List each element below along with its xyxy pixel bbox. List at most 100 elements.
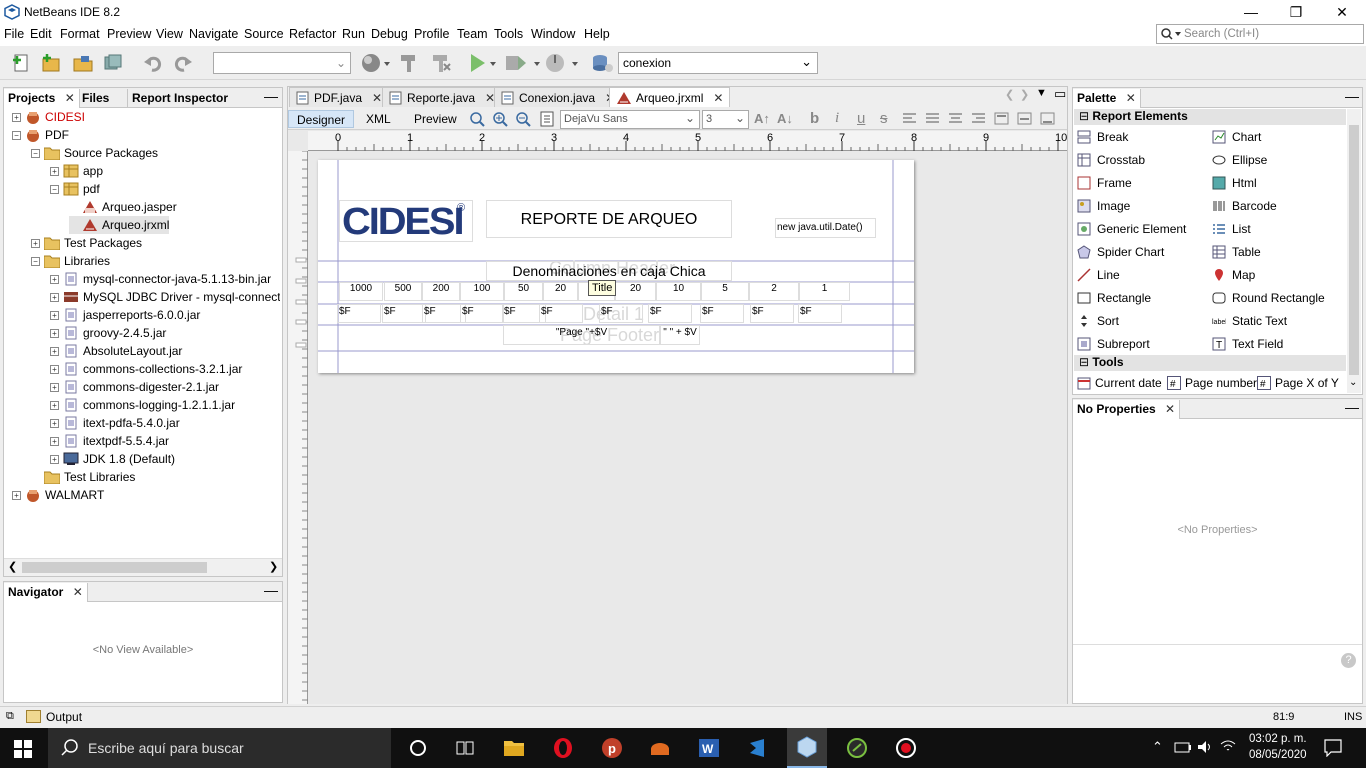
denomination-header-field[interactable]: 5	[701, 282, 749, 301]
tree-node[interactable]: + WALMART	[12, 486, 104, 504]
close-icon[interactable]: ✕	[73, 585, 83, 599]
tree-node[interactable]: + app	[50, 162, 103, 180]
underline-icon[interactable]: u	[857, 110, 865, 127]
powerpoint-icon[interactable]: p	[592, 728, 632, 768]
record-icon[interactable]	[886, 728, 926, 768]
tree-node[interactable]: + commons-digester-2.1.jar	[50, 378, 219, 396]
network-icon[interactable]	[1220, 740, 1236, 754]
palette-tool[interactable]: Current date	[1077, 371, 1162, 394]
expand-icon[interactable]: +	[50, 346, 59, 356]
denomination-header-field[interactable]: 50	[504, 282, 543, 301]
zoom-out-icon[interactable]	[514, 110, 532, 128]
denomination-header-field[interactable]: 1	[799, 282, 850, 301]
notifications-icon[interactable]	[1324, 739, 1342, 757]
expand-icon[interactable]: +	[50, 436, 59, 446]
horizontal-scrollbar[interactable]: ❮ ❯	[4, 558, 282, 576]
tree-node[interactable]: − PDF	[12, 126, 69, 144]
denomination-header-field[interactable]: 200	[422, 282, 460, 301]
close-icon[interactable]: ✕	[1165, 402, 1175, 416]
app-icon[interactable]	[837, 728, 877, 768]
menu-help[interactable]: Help	[584, 27, 610, 41]
taskbar-search-box[interactable]: Escribe aquí para buscar	[48, 728, 391, 768]
align-left-icon[interactable]	[902, 112, 918, 126]
editor-tab[interactable]: Reporte.java ✕	[382, 87, 503, 107]
expand-icon[interactable]: +	[50, 418, 59, 428]
undo-icon[interactable]	[142, 52, 164, 74]
menu-window[interactable]: Window	[531, 27, 575, 41]
tab-preview[interactable]: Preview	[406, 110, 465, 128]
palette-item[interactable]: Round Rectangle	[1212, 286, 1325, 309]
palette-item[interactable]: Image	[1077, 194, 1130, 217]
zoom-in-icon[interactable]	[491, 110, 509, 128]
tree-node[interactable]: + jasperreports-6.0.0.jar	[50, 306, 200, 324]
profile-icon[interactable]	[544, 52, 578, 74]
tab-navigator[interactable]: Navigator ✕	[4, 583, 88, 602]
align-top-icon[interactable]	[994, 112, 1010, 126]
detail-field[interactable]: $F	[460, 304, 504, 323]
run-icon[interactable]	[468, 52, 496, 74]
tree-node[interactable]: + groovy-2.4.5.jar	[50, 324, 166, 342]
editor-tab[interactable]: Arqueo.jrxml ✕	[609, 87, 731, 107]
scroll-right-icon[interactable]: ❯	[269, 560, 278, 573]
debug-icon[interactable]	[504, 52, 540, 74]
tab-properties[interactable]: No Properties ✕	[1073, 400, 1181, 419]
palette-item[interactable]: Chart	[1212, 125, 1261, 148]
collapse-icon[interactable]: −	[31, 148, 40, 158]
task-view-icon[interactable]	[445, 728, 485, 768]
report-page[interactable]: CIDESI ® REPORTE DE ARQUEO new java.util…	[318, 160, 914, 373]
date-field[interactable]: new java.util.Date()	[775, 218, 876, 238]
palette-item[interactable]: Subreport	[1077, 332, 1150, 355]
expand-icon[interactable]: +	[50, 400, 59, 410]
maximize-editor-icon[interactable]: ▭	[1054, 86, 1066, 102]
volume-icon[interactable]	[1197, 740, 1215, 754]
clock-date[interactable]: 08/05/2020	[1249, 749, 1307, 761]
align-center-icon[interactable]	[948, 112, 964, 126]
denomination-header-field[interactable]: 20	[615, 282, 656, 301]
editor-tab[interactable]: PDF.java ✕	[289, 87, 390, 107]
tree-node[interactable]: + mysql-connector-java-5.1.13-bin.jar	[50, 270, 271, 288]
tab-scroll-right-icon[interactable]: ❯	[1020, 88, 1029, 101]
palette-item[interactable]: Rectangle	[1077, 286, 1151, 309]
tab-report-inspector[interactable]: Report Inspector	[127, 89, 232, 108]
page-number-field[interactable]: "Page "+$V	[503, 325, 660, 345]
cortana-icon[interactable]	[398, 728, 438, 768]
detail-field[interactable]: $F	[798, 304, 842, 323]
strikethrough-icon[interactable]: s	[880, 110, 888, 127]
tree-node[interactable]: + CIDESI	[12, 108, 85, 126]
report-settings-icon[interactable]	[539, 110, 557, 128]
scrollbar-thumb[interactable]	[1349, 125, 1359, 375]
align-bottom-icon[interactable]	[1040, 112, 1056, 126]
detail-field[interactable]: $F	[750, 304, 794, 323]
redo-icon[interactable]	[172, 52, 194, 74]
bold-icon[interactable]: b	[810, 110, 819, 127]
detail-field[interactable]: $F	[599, 304, 643, 323]
expand-icon[interactable]: +	[50, 328, 59, 338]
expand-icon[interactable]: +	[50, 454, 59, 464]
menu-run[interactable]: Run	[342, 27, 365, 41]
tree-node[interactable]: + commons-logging-1.2.1.1.jar	[50, 396, 235, 414]
word-icon[interactable]: W	[689, 728, 729, 768]
tree-node[interactable]: + MySQL JDBC Driver - mysql-connector-ja	[50, 288, 280, 306]
menu-refactor[interactable]: Refactor	[289, 27, 336, 41]
close-icon[interactable]: ✕	[372, 91, 382, 105]
align-justify-icon[interactable]	[925, 112, 941, 126]
palette-item[interactable]: Frame	[1077, 171, 1132, 194]
denomination-header-field[interactable]: 2	[749, 282, 799, 301]
palette-item[interactable]: Map	[1212, 263, 1255, 286]
close-button[interactable]: ✕	[1319, 0, 1365, 24]
palette-item[interactable]: Html	[1212, 171, 1257, 194]
palette-item[interactable]: Barcode	[1212, 194, 1277, 217]
menu-file[interactable]: File	[4, 27, 24, 41]
expand-icon[interactable]: +	[50, 364, 59, 374]
palette-item[interactable]: Generic Element	[1077, 217, 1186, 240]
tab-palette[interactable]: Palette ✕	[1073, 89, 1141, 108]
globe-icon[interactable]	[360, 52, 390, 74]
save-all-icon[interactable]	[102, 52, 124, 74]
vscode-icon[interactable]	[738, 728, 778, 768]
expand-icon[interactable]: +	[12, 112, 21, 122]
logo-image[interactable]: CIDESI ®	[339, 200, 473, 243]
tab-list-icon[interactable]: ▼	[1036, 87, 1047, 99]
denomination-header-field[interactable]: 10	[656, 282, 701, 301]
denomination-header-field[interactable]: 1000	[339, 282, 383, 301]
expand-icon[interactable]: +	[31, 238, 40, 248]
